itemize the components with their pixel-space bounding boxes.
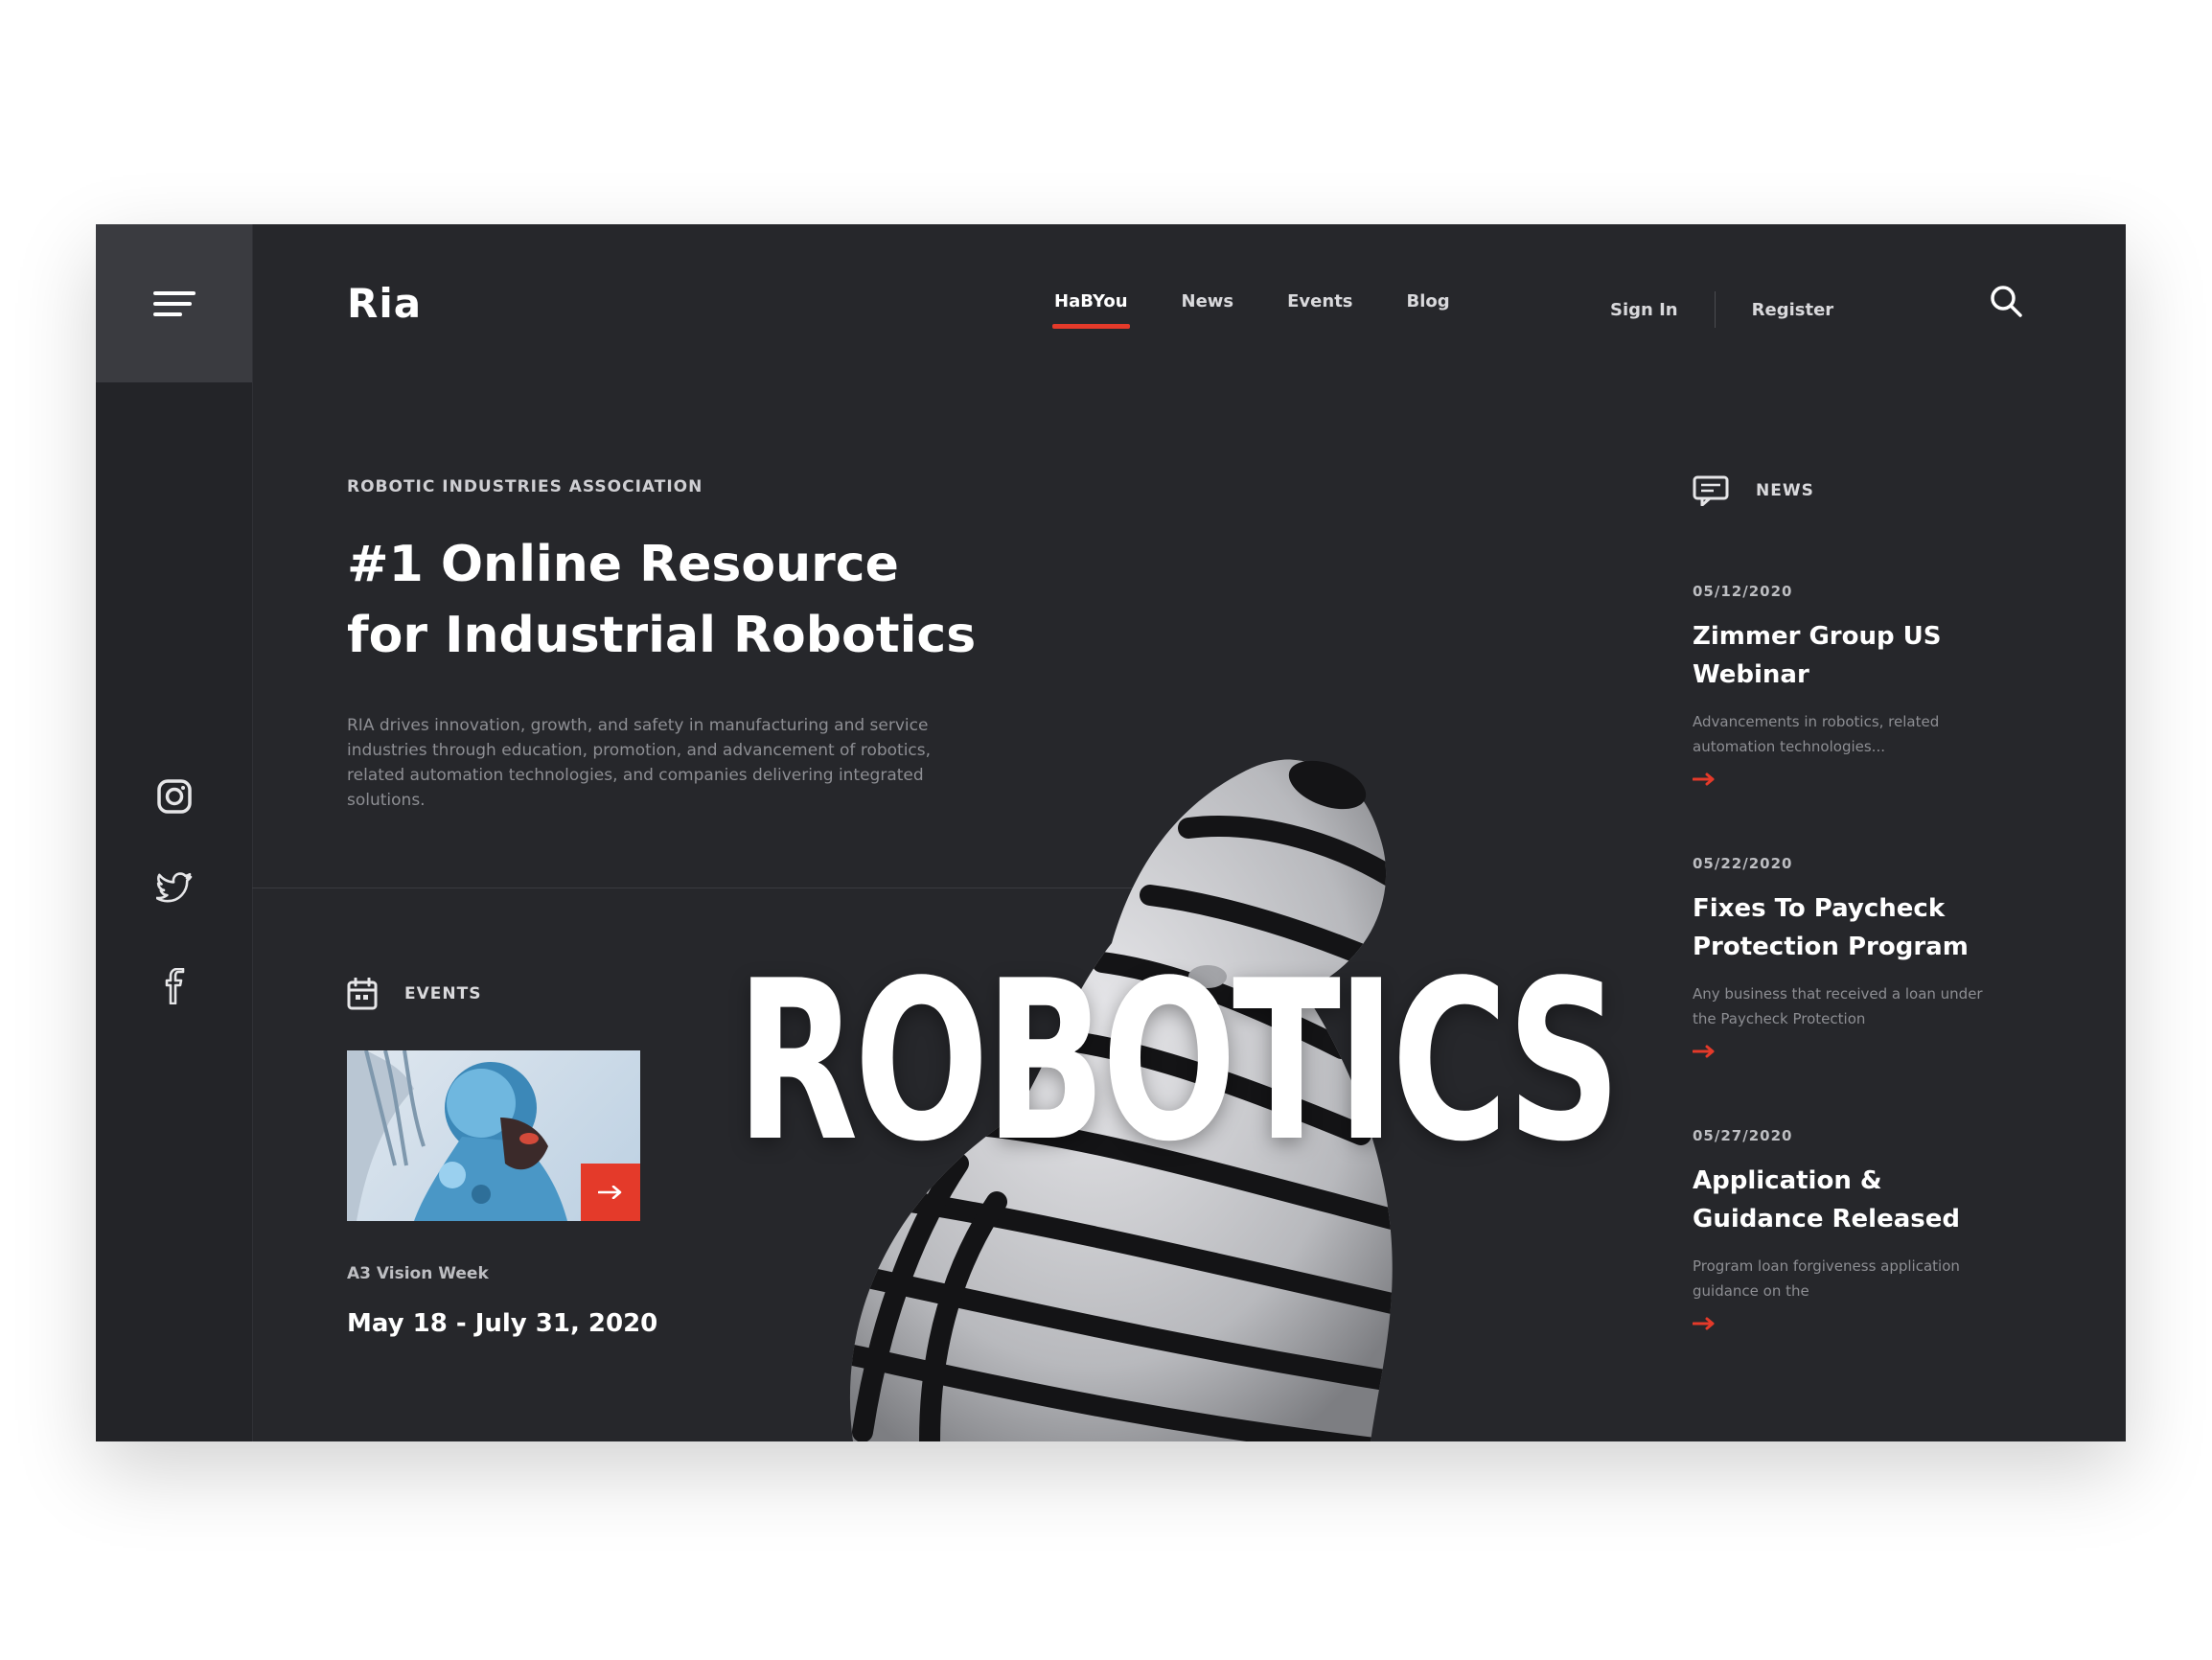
- event-arrow-button[interactable]: [581, 1164, 640, 1221]
- calendar-icon: [347, 978, 378, 1010]
- page-title-line2: for Industrial Robotics: [347, 607, 977, 664]
- news-item[interactable]: 05/27/2020 Application & Guidance Releas…: [1693, 1127, 2009, 1330]
- auth-divider: [1714, 291, 1716, 328]
- news-title[interactable]: Application & Guidance Released: [1693, 1162, 2009, 1238]
- facebook-link[interactable]: [96, 968, 252, 1004]
- page-title-line1: #1 Online Resource: [347, 536, 899, 593]
- event-date: May 18 - July 31, 2020: [347, 1309, 658, 1338]
- news-item[interactable]: 05/22/2020 Fixes To Paycheck Protection …: [1693, 855, 2009, 1058]
- register-link[interactable]: Register: [1752, 300, 1834, 320]
- instagram-link[interactable]: [96, 778, 252, 815]
- news-item[interactable]: 05/12/2020 Zimmer Group US Webinar Advan…: [1693, 583, 2009, 786]
- arrow-right-icon: [598, 1186, 622, 1199]
- news-excerpt: Advancements in robotics, related automa…: [1693, 713, 1940, 755]
- sidebar: [96, 224, 253, 1441]
- main-nav: HaBYou News Events Blog: [1052, 291, 1450, 329]
- twitter-icon: [155, 872, 192, 903]
- events-header: EVENTS: [347, 978, 481, 1010]
- auth-links: Sign In Register: [1610, 291, 1833, 328]
- news-date: 05/12/2020: [1693, 583, 1793, 600]
- news-icon: [1693, 475, 1729, 506]
- brand-logo[interactable]: Ria: [347, 280, 422, 327]
- events-label: EVENTS: [404, 984, 482, 1003]
- news-excerpt: Program loan forgiveness application gui…: [1693, 1257, 1960, 1300]
- nav-item-blog[interactable]: Blog: [1407, 291, 1450, 329]
- news-title[interactable]: Zimmer Group US Webinar: [1693, 617, 2009, 694]
- event-image[interactable]: [347, 1050, 640, 1221]
- nav-item-events[interactable]: Events: [1287, 291, 1352, 329]
- twitter-link[interactable]: [96, 872, 252, 905]
- nav-item-news[interactable]: News: [1182, 291, 1234, 329]
- news-title[interactable]: Fixes To Paycheck Protection Program: [1693, 889, 2009, 966]
- hero-big-word: ROBOTICS: [736, 934, 1622, 1190]
- page-title: #1 Online Resource for Industrial Roboti…: [347, 529, 1037, 671]
- event-organizer: A3 Vision Week: [347, 1264, 489, 1283]
- menu-button[interactable]: [96, 224, 252, 382]
- news-excerpt: Any business that received a loan under …: [1693, 985, 1983, 1027]
- app-window: Ria HaBYou News Events Blog Sign In Regi…: [96, 224, 2126, 1441]
- arrow-right-icon[interactable]: [1693, 772, 1717, 786]
- arrow-right-icon[interactable]: [1693, 1045, 1717, 1058]
- news-date: 05/27/2020: [1693, 1127, 1793, 1144]
- nav-item-habyou[interactable]: HaBYou: [1052, 291, 1130, 329]
- search-icon: [1991, 286, 2022, 317]
- hero-eyebrow: ROBOTIC INDUSTRIES ASSOCIATION: [347, 477, 703, 496]
- search-button[interactable]: [1989, 284, 2023, 322]
- news-label: NEWS: [1756, 481, 1814, 500]
- menu-icon: [152, 290, 196, 316]
- instagram-icon: [156, 779, 192, 814]
- facebook-icon: [165, 968, 184, 1004]
- arrow-right-icon[interactable]: [1693, 1317, 1717, 1330]
- news-date: 05/22/2020: [1693, 855, 1793, 872]
- news-header: NEWS: [1693, 475, 1814, 506]
- sign-in-link[interactable]: Sign In: [1610, 300, 1678, 320]
